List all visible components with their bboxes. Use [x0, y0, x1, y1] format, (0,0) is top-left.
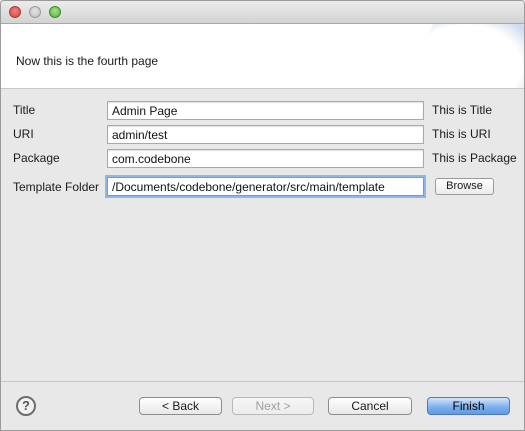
- package-hint: This is Package: [432, 151, 517, 165]
- zoom-window-button[interactable]: [49, 6, 61, 18]
- wizard-window: Now this is the fourth page Title This i…: [0, 0, 525, 431]
- finish-button[interactable]: Finish: [427, 397, 510, 415]
- template-folder-label: Template Folder: [13, 180, 100, 194]
- header-banner-graphic: [424, 24, 524, 88]
- title-hint: This is Title: [432, 103, 493, 117]
- browse-button[interactable]: Browse: [435, 178, 494, 195]
- title-field[interactable]: [107, 101, 424, 120]
- page-description: Now this is the fourth page: [16, 54, 159, 68]
- package-label: Package: [13, 151, 60, 165]
- footer-divider: [1, 381, 524, 382]
- minimize-window-button[interactable]: [29, 6, 41, 18]
- question-circle-icon[interactable]: ?: [16, 396, 36, 416]
- title-label: Title: [13, 103, 36, 117]
- uri-hint: This is URI: [432, 127, 491, 141]
- next-button[interactable]: Next >: [232, 397, 314, 415]
- uri-field[interactable]: [107, 125, 424, 144]
- template-folder-field[interactable]: [107, 177, 424, 196]
- wizard-header: Now this is the fourth page: [1, 24, 524, 89]
- uri-label: URI: [13, 127, 34, 141]
- close-window-button[interactable]: [9, 6, 21, 18]
- title-bar: [1, 1, 524, 24]
- package-field[interactable]: [107, 149, 424, 168]
- back-button[interactable]: < Back: [139, 397, 222, 415]
- cancel-button[interactable]: Cancel: [328, 397, 412, 415]
